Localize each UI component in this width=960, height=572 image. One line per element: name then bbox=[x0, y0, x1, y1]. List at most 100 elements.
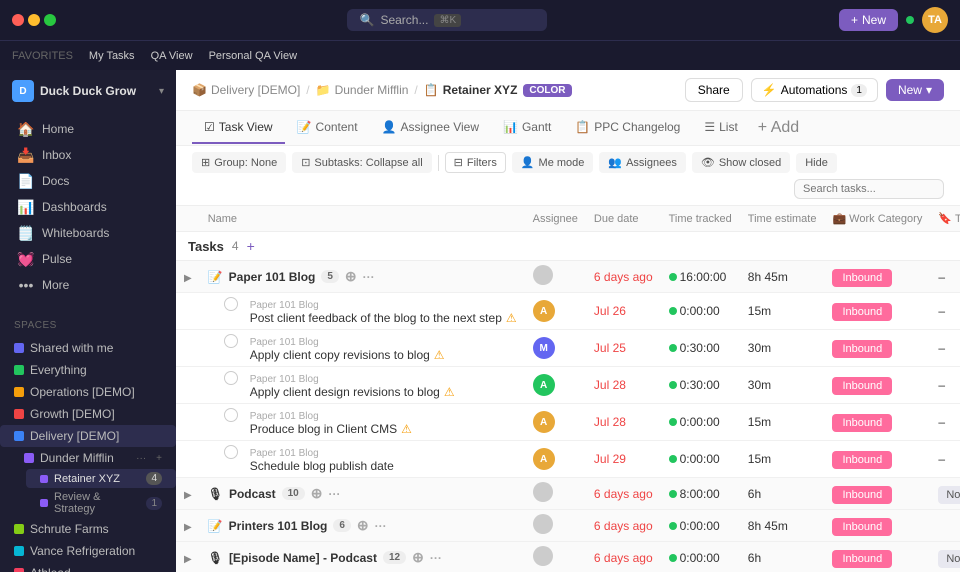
tab-gantt[interactable]: 📊 Gantt bbox=[491, 112, 563, 144]
task-checkbox[interactable] bbox=[224, 371, 238, 385]
tab-list[interactable]: ☰ List bbox=[692, 112, 749, 144]
breadcrumb-retainer[interactable]: 📋 Retainer XYZ bbox=[424, 83, 518, 97]
assignee-avatar[interactable]: A bbox=[533, 411, 555, 433]
tab-ppc-changelog[interactable]: 📋 PPC Changelog bbox=[563, 112, 692, 144]
sidebar-item-docs[interactable]: 📄Docs bbox=[4, 168, 172, 194]
space-color-dot bbox=[14, 365, 24, 375]
tab-assignee-view[interactable]: 👤 Assignee View bbox=[370, 112, 491, 144]
sidebar-item-more[interactable]: •••More bbox=[4, 272, 172, 298]
sidebar-item-home[interactable]: 🏠Home bbox=[4, 116, 172, 142]
sidebar-space-delivery[interactable]: Delivery [DEMO] bbox=[0, 425, 176, 447]
group-more-icon[interactable]: ··· bbox=[328, 487, 340, 501]
global-search[interactable]: 🔍 Search... ⌘K bbox=[347, 9, 547, 31]
assignees-button[interactable]: 👥 Assignees bbox=[599, 152, 685, 173]
favorites-qa-view[interactable]: QA View bbox=[151, 50, 193, 62]
group-due-date: 6 days ago bbox=[586, 261, 661, 293]
sidebar-item-whiteboards[interactable]: 🗒️Whiteboards bbox=[4, 220, 172, 246]
task-checkbox[interactable] bbox=[224, 408, 238, 422]
task-time-tracked: 0:00:00 bbox=[661, 293, 740, 330]
automations-button[interactable]: ⚡ Automations 1 bbox=[751, 78, 878, 102]
sidebar-menu: 🏠Home 📥Inbox 📄Docs 📊Dashboards 🗒️Whitebo… bbox=[0, 112, 176, 302]
assignee-avatar[interactable]: A bbox=[533, 448, 555, 470]
hide-button[interactable]: Hide bbox=[796, 153, 837, 173]
sidebar-space-everything[interactable]: Everything bbox=[0, 359, 176, 381]
task-checkbox[interactable] bbox=[224, 334, 238, 348]
search-tasks-input[interactable] bbox=[794, 179, 944, 199]
close-window-btn[interactable] bbox=[12, 14, 24, 26]
assignee-avatar[interactable]: M bbox=[533, 337, 555, 359]
group-more-icon[interactable]: ··· bbox=[430, 551, 442, 565]
sidebar-item-dashboards[interactable]: 📊Dashboards bbox=[4, 194, 172, 220]
group-toggle-icon[interactable]: ▶ bbox=[184, 490, 192, 501]
favorites-my-tasks[interactable]: My Tasks bbox=[89, 50, 135, 62]
favorites-personal-qa[interactable]: Personal QA View bbox=[209, 50, 297, 62]
group-more-icon[interactable]: ··· bbox=[363, 270, 375, 284]
tab-task-view[interactable]: ☑ Task View bbox=[192, 112, 285, 144]
col-task-type[interactable]: 🔖Task Type bbox=[930, 206, 960, 232]
col-due-date[interactable]: Due date bbox=[586, 206, 661, 232]
col-time-tracked[interactable]: Time tracked bbox=[661, 206, 740, 232]
workspace-header[interactable]: D Duck Duck Grow ▾ bbox=[0, 70, 176, 112]
dunder-more-icon[interactable]: ··· bbox=[136, 453, 146, 464]
group-more-icon[interactable]: ··· bbox=[375, 519, 387, 533]
group-by-button[interactable]: ⊞ Group: None bbox=[192, 152, 286, 173]
sidebar-item-pulse[interactable]: 💓Pulse bbox=[4, 246, 172, 272]
group-toggle-icon[interactable]: ▶ bbox=[184, 522, 192, 533]
review-count: 1 bbox=[146, 497, 162, 510]
col-assignee[interactable]: Assignee bbox=[525, 206, 586, 232]
sidebar-item-retainer-xyz[interactable]: Retainer XYZ 4 bbox=[26, 469, 176, 488]
group-add-icon[interactable]: ⊕ bbox=[357, 517, 369, 534]
col-work-category[interactable]: 💼Work Category bbox=[824, 206, 930, 232]
group-add-icon[interactable]: ⊕ bbox=[311, 485, 323, 502]
minimize-window-btn[interactable] bbox=[28, 14, 40, 26]
space-color-dot bbox=[14, 524, 24, 534]
sidebar-space-schrute[interactable]: Schrute Farms bbox=[0, 518, 176, 540]
sidebar-space-operations[interactable]: Operations [DEMO] bbox=[0, 381, 176, 403]
sidebar-space-dunder[interactable]: Dunder Mifflin ··· + bbox=[14, 447, 176, 469]
sidebar-space-vance[interactable]: Vance Refrigeration bbox=[0, 540, 176, 562]
sidebar-item-review-strategy[interactable]: Review & Strategy 1 bbox=[26, 488, 176, 518]
col-name[interactable]: Name bbox=[200, 206, 525, 232]
task-name[interactable]: Post client feedback of the blog to the … bbox=[250, 311, 502, 325]
group-count: 10 bbox=[282, 487, 305, 500]
group-toggle-icon[interactable]: ▶ bbox=[184, 273, 192, 284]
color-badge[interactable]: COLOR bbox=[523, 84, 571, 97]
show-closed-button[interactable]: 👁 Show closed bbox=[692, 152, 790, 173]
sidebar-space-shared[interactable]: Shared with me bbox=[0, 337, 176, 359]
task-name[interactable]: Schedule blog publish date bbox=[250, 459, 394, 473]
me-mode-button[interactable]: 👤 Me mode bbox=[512, 152, 594, 173]
task-name-cell: Paper 101 Blog Apply client design revis… bbox=[200, 367, 525, 404]
tab-content[interactable]: 📝 Content bbox=[285, 112, 370, 144]
delivery-children: Dunder Mifflin ··· + Retainer XYZ 4 Revi… bbox=[0, 447, 176, 518]
new-button-top[interactable]: + New bbox=[839, 9, 898, 31]
plus-icon: + bbox=[851, 13, 858, 27]
sidebar-space-growth[interactable]: Growth [DEMO] bbox=[0, 403, 176, 425]
task-checkbox[interactable] bbox=[224, 297, 238, 311]
new-task-button[interactable]: New ▾ bbox=[886, 79, 944, 101]
group-add-icon[interactable]: ⊕ bbox=[412, 549, 424, 566]
subtasks-button[interactable]: ⊡ Subtasks: Collapse all bbox=[292, 152, 431, 173]
breadcrumb-delivery[interactable]: 📦 Delivery [DEMO] bbox=[192, 83, 300, 97]
group-toggle-icon[interactable]: ▶ bbox=[184, 554, 192, 565]
sidebar-space-athlead[interactable]: Athlead bbox=[0, 562, 176, 572]
group-add-icon[interactable]: ⊕ bbox=[345, 268, 357, 285]
dunder-add-icon[interactable]: + bbox=[156, 453, 162, 464]
add-view-button[interactable]: + Add bbox=[750, 111, 807, 145]
col-time-estimate[interactable]: Time estimate bbox=[740, 206, 825, 232]
sidebar-item-inbox[interactable]: 📥Inbox bbox=[4, 142, 172, 168]
task-name[interactable]: Apply client copy revisions to blog bbox=[250, 348, 430, 362]
assignee-avatar[interactable]: A bbox=[533, 374, 555, 396]
maximize-window-btn[interactable] bbox=[44, 14, 56, 26]
user-avatar[interactable]: TA bbox=[922, 7, 948, 33]
filters-button[interactable]: ⊟ Filters bbox=[445, 152, 506, 173]
task-name[interactable]: Apply client design revisions to blog bbox=[250, 385, 440, 399]
assignee-avatar[interactable]: A bbox=[533, 300, 555, 322]
task-work-category: Inbound bbox=[824, 367, 930, 404]
workspace-chevron-icon: ▾ bbox=[159, 86, 164, 97]
task-checkbox[interactable] bbox=[224, 445, 238, 459]
task-name[interactable]: Produce blog in Client CMS bbox=[250, 422, 397, 436]
share-button[interactable]: Share bbox=[685, 78, 743, 102]
add-task-icon[interactable]: + bbox=[247, 238, 255, 254]
group-row: ▶ 📝 Printers 101 Blog 6 ⊕ ··· 6 days ago… bbox=[176, 510, 960, 542]
breadcrumb-dunder[interactable]: 📁 Dunder Mifflin bbox=[316, 83, 409, 97]
